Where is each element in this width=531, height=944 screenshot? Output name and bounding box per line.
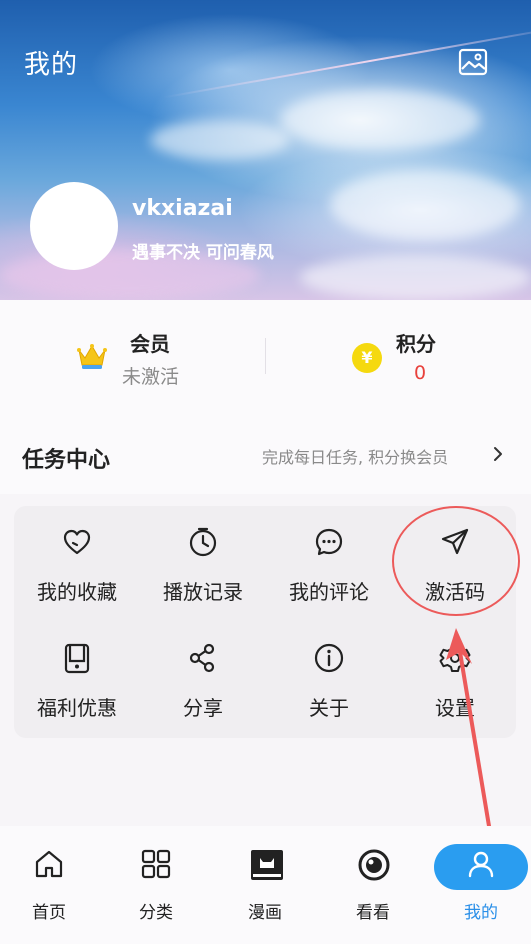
home-icon	[35, 850, 63, 878]
tab-category[interactable]: 分类	[111, 840, 201, 930]
tab-home[interactable]: 首页	[4, 840, 94, 930]
tab-label: 看看	[356, 903, 390, 923]
tab-watch[interactable]: 看看	[328, 840, 418, 930]
tab-label: 漫画	[248, 903, 282, 923]
tab-comic[interactable]: 漫画	[220, 840, 310, 930]
tab-label: 分类	[139, 903, 173, 923]
grid-icon	[141, 849, 171, 879]
eye-icon	[358, 849, 390, 881]
tab-label: 我的	[464, 903, 498, 923]
user-icon	[468, 851, 494, 878]
tab-label: 首页	[32, 903, 66, 923]
tab-mine[interactable]: 我的	[436, 840, 526, 930]
annotation-arrow	[446, 628, 492, 834]
comic-icon	[251, 850, 283, 880]
